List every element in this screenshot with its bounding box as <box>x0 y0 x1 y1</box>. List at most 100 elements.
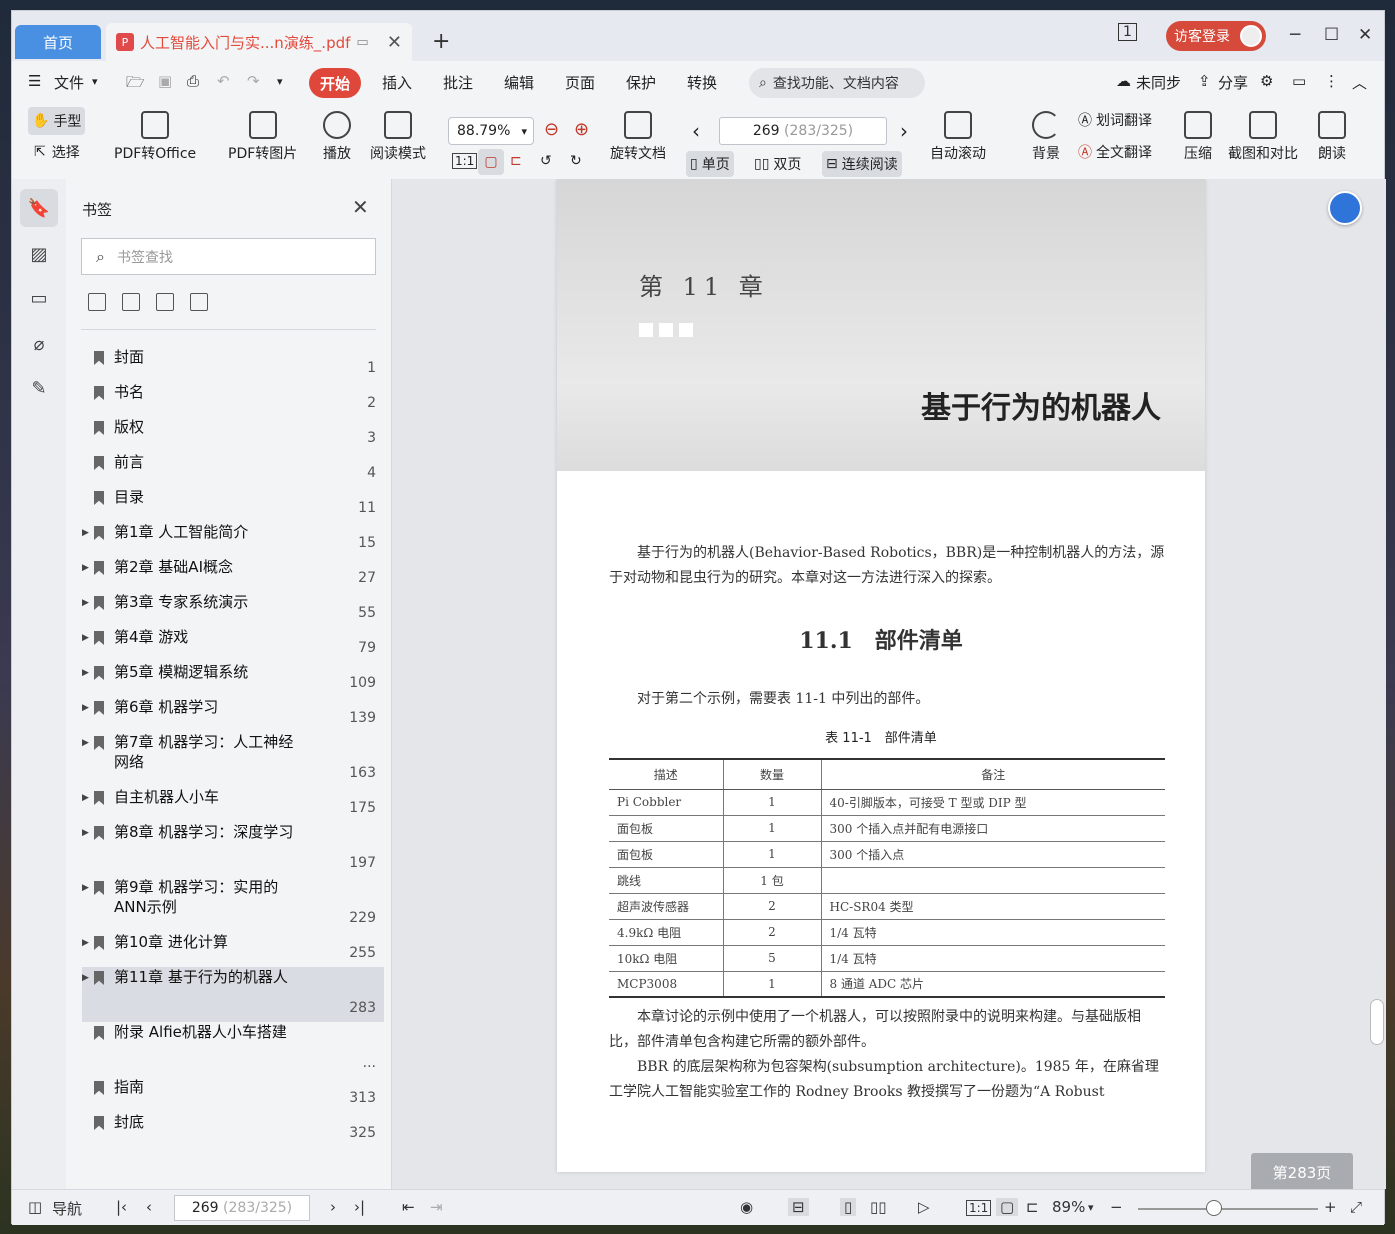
share-button[interactable]: 分享 <box>1218 72 1248 93</box>
vertical-scrollbar-thumb[interactable] <box>1370 999 1384 1045</box>
thumbnail-icon[interactable]: ▨ <box>20 235 58 273</box>
open-folder-icon[interactable]: 🗁 <box>126 72 145 97</box>
auto-scroll-button[interactable]: 自动滚动 <box>930 111 986 163</box>
print-icon[interactable]: ⎙ <box>187 72 199 90</box>
tab-protect[interactable]: 保护 <box>626 72 656 93</box>
tab-edit[interactable]: 编辑 <box>504 72 534 93</box>
tab-page[interactable]: 页面 <box>565 72 595 93</box>
more-icon[interactable]: ⋮ <box>1324 72 1339 90</box>
cloud-sync-icon[interactable]: ☁ <box>1116 72 1131 90</box>
bookmark-item[interactable]: ▶ 第5章 模糊逻辑系统 109 <box>82 662 384 697</box>
expand-all-icon[interactable] <box>88 293 106 311</box>
attachment-icon[interactable]: ⌀ <box>20 325 58 363</box>
bookmark-item[interactable]: 封底 325 <box>82 1112 384 1147</box>
background-button[interactable]: 背景 <box>1032 111 1060 163</box>
fullscreen-icon[interactable]: ⤢ <box>1350 1198 1362 1216</box>
bookmark-item[interactable]: ▶ 第8章 机器学习：深度学习 197 <box>82 822 384 877</box>
expand-arrow-icon[interactable]: ▶ <box>82 738 89 748</box>
panel-close-icon[interactable]: ✕ <box>352 195 369 219</box>
tab-insert[interactable]: 插入 <box>382 72 412 93</box>
expand-arrow-icon[interactable]: ▶ <box>82 973 89 983</box>
rotate-left-icon[interactable]: ↺ <box>540 153 552 169</box>
rotate-document-button[interactable]: 旋转文档 <box>610 111 666 163</box>
zoom-level[interactable]: 89% <box>1052 1198 1085 1216</box>
collapse-ribbon-icon[interactable]: ︿ <box>1352 72 1367 93</box>
chevron-down-icon[interactable]: ▾ <box>92 75 98 88</box>
tab-annotate[interactable]: 批注 <box>443 72 473 93</box>
compress-button[interactable]: 压缩 <box>1184 111 1212 163</box>
bookmark-item[interactable]: 附录 Alfie机器人小车搭建... <box>82 1022 384 1077</box>
bookmark-item[interactable]: ▶ 第4章 游戏 79 <box>82 627 384 662</box>
window-pin-icon[interactable]: ▭ <box>356 35 368 50</box>
bookmark-item[interactable]: 前言 4 <box>82 452 384 487</box>
tab-close-icon[interactable]: ✕ <box>387 32 402 53</box>
page-count-icon[interactable]: 1 <box>1118 23 1137 41</box>
tab-home[interactable]: 首页 <box>15 25 101 59</box>
expand-arrow-icon[interactable]: ▶ <box>82 563 89 573</box>
rotate-right-icon[interactable]: ↻ <box>570 153 582 169</box>
new-tab-button[interactable]: + <box>432 29 450 54</box>
bookmark-item[interactable]: 版权 3 <box>82 417 384 452</box>
bookmark-item[interactable]: 目录 11 <box>82 487 384 522</box>
full-translate-button[interactable]: Ⓐ 全文翻译 <box>1074 139 1156 165</box>
word-translate-button[interactable]: Ⓐ 划词翻译 <box>1074 107 1156 133</box>
comment-icon[interactable]: ▭ <box>20 279 58 317</box>
close-window-icon[interactable]: ✕ <box>1358 25 1372 45</box>
bookmark-item[interactable]: 封面 1 <box>82 347 384 382</box>
expand-arrow-icon[interactable]: ▶ <box>82 598 89 608</box>
bookmark-search-input[interactable]: ⌕ 书签查找 <box>81 238 376 275</box>
next-page-icon[interactable]: › <box>330 1198 336 1216</box>
status-page-input[interactable]: 269 (283/325) <box>174 1195 310 1221</box>
zoom-in-icon[interactable]: ⊕ <box>574 119 589 140</box>
expand-arrow-icon[interactable]: ▶ <box>82 793 89 803</box>
bookmark-item[interactable]: ▶ 第10章 进化计算 255 <box>82 932 384 967</box>
bookmark-item[interactable]: ▶ 第1章 人工智能简介 15 <box>82 522 384 557</box>
expand-arrow-icon[interactable]: ▶ <box>82 633 89 643</box>
prev-page-icon[interactable]: ‹ <box>692 119 700 143</box>
visitor-login-button[interactable]: 访客登录 <box>1166 21 1266 51</box>
bookmark-item[interactable]: ▶ 第11章 基于行为的机器人 283 <box>82 967 384 1022</box>
continuous-icon[interactable]: ⊟ <box>788 1198 809 1216</box>
bookmark-item[interactable]: ▶ 第9章 机器学习：实用的ANN示例 229 <box>82 877 384 932</box>
first-page-icon[interactable]: |‹ <box>116 1198 127 1216</box>
share-icon[interactable]: ⇪ <box>1198 72 1211 90</box>
feedback-icon[interactable]: ▭ <box>1292 72 1306 90</box>
fit-width-icon[interactable]: ⊏ <box>1026 1198 1039 1216</box>
expand-arrow-icon[interactable]: ▶ <box>82 703 89 713</box>
minimize-icon[interactable]: ─ <box>1290 25 1300 45</box>
signature-icon[interactable]: ✎ <box>20 369 58 407</box>
single-page-button[interactable]: ▯ 单页 <box>686 151 734 177</box>
prev-page-icon[interactable]: ‹ <box>146 1198 152 1216</box>
nav-panel-icon[interactable]: ◫ <box>28 1198 42 1216</box>
expand-arrow-icon[interactable]: ▶ <box>82 828 89 838</box>
floating-convert-icon[interactable] <box>1328 191 1362 225</box>
delete-bookmark-icon[interactable] <box>190 293 208 311</box>
hamburger-icon[interactable]: ☰ <box>28 72 41 90</box>
maximize-icon[interactable]: ☐ <box>1324 25 1339 45</box>
tab-convert[interactable]: 转换 <box>687 72 717 93</box>
zoom-select[interactable]: 88.79% ▾ <box>448 117 534 145</box>
next-page-icon[interactable]: › <box>900 119 908 143</box>
play-button[interactable]: 播放 <box>323 111 351 163</box>
pdf-to-image-button[interactable]: PDF转图片 <box>228 111 297 163</box>
save-icon[interactable]: ▣ <box>158 72 172 90</box>
bookmark-item[interactable]: ▶ 第6章 机器学习 139 <box>82 697 384 732</box>
fit-page-icon[interactable]: ▢ <box>996 1198 1019 1216</box>
feature-search[interactable]: ⌕ 查找功能、文档内容 <box>749 68 925 98</box>
add-bookmark-icon[interactable] <box>156 293 174 311</box>
forward-icon[interactable]: ⇥ <box>430 1198 443 1216</box>
collapse-all-icon[interactable] <box>122 293 140 311</box>
screenshot-compare-button[interactable]: 截图和对比 <box>1228 111 1298 163</box>
continuous-read-button[interactable]: ⊟ 连续阅读 <box>822 151 902 177</box>
single-page-icon[interactable]: ▯ <box>840 1198 857 1216</box>
zoom-in-button[interactable]: + <box>1324 1198 1337 1216</box>
bookmark-item[interactable]: 书名 2 <box>82 382 384 417</box>
bookmark-item[interactable]: 指南 313 <box>82 1077 384 1112</box>
zoom-out-icon[interactable]: ⊖ <box>544 119 559 140</box>
zoom-slider-knob[interactable] <box>1206 1200 1222 1216</box>
pdf-to-office-button[interactable]: PDF转Office <box>114 111 196 163</box>
read-mode-button[interactable]: 阅读模式 <box>370 111 426 163</box>
fit-page-icon[interactable]: ▢ <box>478 149 504 175</box>
expand-arrow-icon[interactable]: ▶ <box>82 668 89 678</box>
bookmark-panel-icon[interactable]: 🔖 <box>20 189 58 227</box>
